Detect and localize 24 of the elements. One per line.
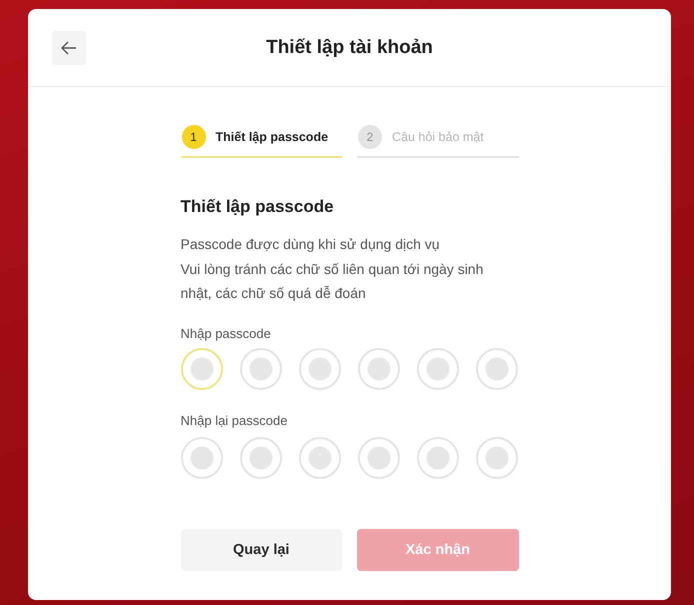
step-number: 2 — [358, 125, 382, 149]
arrow-left-icon — [61, 41, 77, 55]
digit-field[interactable] — [416, 348, 458, 390]
digit-field[interactable] — [180, 348, 222, 390]
field-label: Nhập lại passcode — [180, 412, 288, 430]
digit-field[interactable] — [240, 436, 282, 478]
description-text: Vui lòng tránh các chữ số liên quan tới ngày sinh nhật, các chữ số quá dễ đoán — [180, 260, 484, 303]
section-title: Thiết lập passcode — [180, 196, 335, 218]
dialog-title: Thiết lập tài khoản — [265, 36, 434, 58]
back-text-button[interactable]: Quay lại — [180, 528, 342, 570]
description-text: Passcode được dùng khi sử dụng dịch vụ — [180, 235, 441, 254]
digit-field[interactable] — [358, 436, 400, 478]
digit-field[interactable] — [298, 348, 340, 390]
digit-field[interactable] — [180, 436, 222, 478]
step-number: 1 — [182, 125, 206, 149]
step-tab[interactable]: 1 Thiết lập passcode — [180, 125, 342, 158]
digit-field[interactable] — [358, 348, 400, 390]
digit-field[interactable] — [416, 436, 458, 478]
field-label: Nhập passcode — [180, 324, 272, 342]
digit-field[interactable] — [476, 436, 518, 478]
digit-field[interactable] — [476, 348, 518, 390]
digit-field[interactable] — [240, 348, 282, 390]
back-button[interactable] — [52, 31, 86, 65]
digit-field[interactable] — [298, 436, 340, 478]
